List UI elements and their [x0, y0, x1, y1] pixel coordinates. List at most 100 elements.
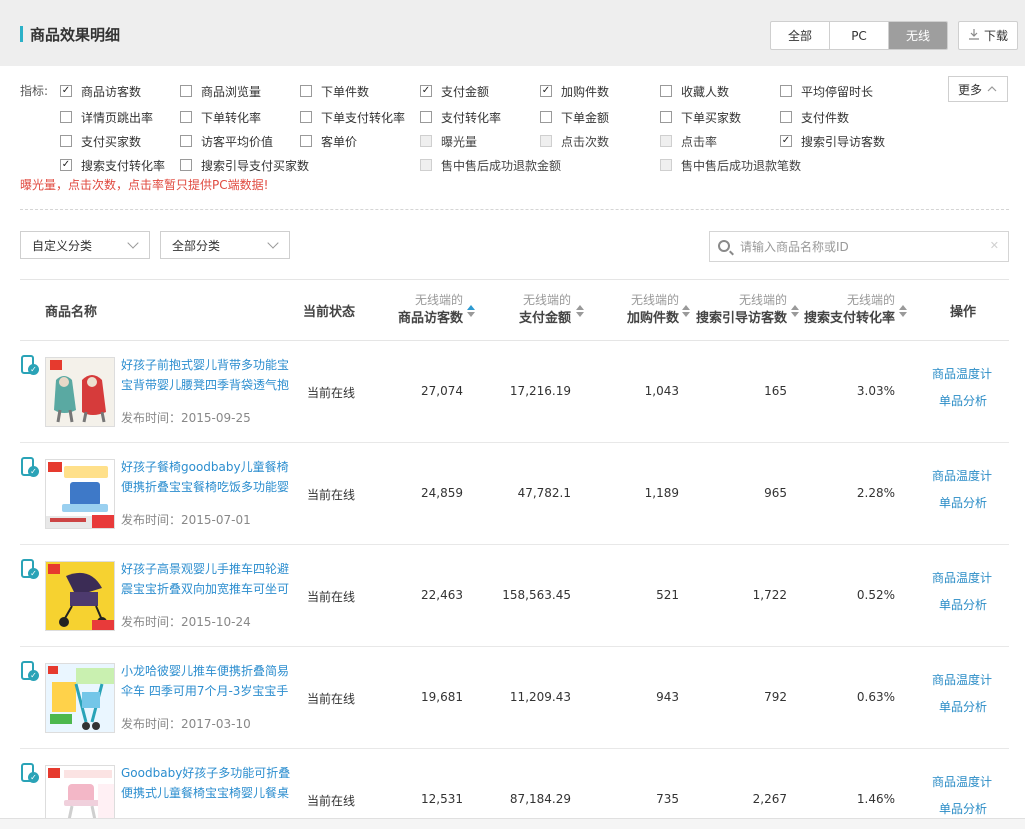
product-thermometer-link[interactable]: 商品温度计	[932, 671, 992, 688]
indicator-option[interactable]: ✓ 商品访客数	[60, 83, 141, 99]
metric-visitors: 22,463	[421, 588, 463, 602]
indicator-option[interactable]: 下单买家数	[660, 109, 741, 125]
indicator-option: 曝光量	[420, 133, 477, 149]
product-thumbnail[interactable]	[45, 459, 115, 529]
checkbox[interactable]	[660, 85, 672, 97]
checkbox-checked[interactable]: ✓	[60, 159, 72, 171]
product-thermometer-link[interactable]: 商品温度计	[932, 569, 992, 586]
table-row: ✓ Goodbaby好孩子多功能可折叠便携式儿童餐椅宝宝椅婴儿餐桌 当前在线 12,5…	[20, 749, 1009, 829]
all-category-dropdown[interactable]: 全部分类	[160, 231, 290, 259]
indicator-option[interactable]: 支付买家数	[60, 133, 141, 149]
indicator-option[interactable]: 访客平均价值	[180, 133, 273, 149]
segment-wireless[interactable]: 无线	[889, 22, 947, 49]
checkbox[interactable]	[300, 135, 312, 147]
sort-icon[interactable]	[576, 305, 584, 317]
checkbox[interactable]	[540, 111, 552, 123]
checkbox[interactable]	[180, 159, 192, 171]
checkbox-checked[interactable]: ✓	[540, 85, 552, 97]
single-item-analysis-link[interactable]: 单品分析	[939, 698, 987, 715]
product-name-link[interactable]: Goodbaby好孩子多功能可折叠便携式儿童餐椅宝宝椅婴儿餐桌	[121, 763, 293, 803]
segment-pc[interactable]: PC	[830, 22, 889, 49]
indicator-option[interactable]: 下单支付转化率	[300, 109, 405, 125]
product-thermometer-link[interactable]: 商品温度计	[932, 773, 992, 790]
indicator-option[interactable]: 商品浏览量	[180, 83, 261, 99]
product-name-link[interactable]: 好孩子餐椅goodbaby儿童餐椅便携折叠宝宝餐椅吃饭多功能婴儿	[121, 457, 293, 497]
download-label: 下载	[983, 29, 1008, 43]
col-cart-sub: 无线端的	[630, 293, 679, 307]
indicator-option[interactable]: 详情页跳出率	[60, 109, 153, 125]
col-visitors[interactable]: 无线端的 商品访客数	[390, 291, 463, 329]
product-thumbnail[interactable]	[45, 357, 115, 427]
custom-category-dropdown[interactable]: 自定义分类	[20, 231, 150, 259]
product-thumbnail[interactable]	[45, 561, 115, 631]
checkbox[interactable]	[300, 85, 312, 97]
sort-icon[interactable]	[791, 305, 799, 317]
indicator-option[interactable]: 下单转化率	[180, 109, 261, 125]
product-thumbnail[interactable]	[45, 663, 115, 733]
checkbox[interactable]	[180, 85, 192, 97]
col-search-conversion[interactable]: 无线端的 搜索支付转化率	[800, 291, 895, 329]
indicator-option[interactable]: 支付转化率	[420, 109, 501, 125]
indicator-option[interactable]: 平均停留时长	[780, 83, 873, 99]
checkbox[interactable]	[180, 111, 192, 123]
col-pay-amount[interactable]: 无线端的 支付金额	[500, 291, 571, 329]
single-item-analysis-link[interactable]: 单品分析	[939, 392, 987, 409]
chevron-up-icon	[987, 86, 997, 92]
table-row: ✓ 好孩子高景观婴儿手推车四轮避震宝宝折叠双向加宽推车可坐可 发布时间：2015-1…	[20, 545, 1009, 647]
indicator-label: 客单价	[321, 134, 358, 149]
indicator-option[interactable]: 支付件数	[780, 109, 849, 125]
checkbox	[420, 135, 432, 147]
indicator-label: 平均停留时长	[801, 84, 874, 99]
sort-icon[interactable]	[682, 305, 690, 317]
col-operation: 操作	[950, 305, 977, 320]
checkbox[interactable]	[780, 111, 792, 123]
checkbox[interactable]	[660, 111, 672, 123]
indicator-option[interactable]: 客单价	[300, 133, 357, 149]
product-name-link[interactable]: 好孩子高景观婴儿手推车四轮避震宝宝折叠双向加宽推车可坐可	[121, 559, 293, 599]
download-button[interactable]: 下载	[958, 21, 1018, 50]
chevron-down-icon	[127, 237, 139, 249]
checkbox[interactable]	[60, 111, 72, 123]
indicator-option[interactable]: 下单件数	[300, 83, 369, 99]
col-product-name: 商品名称	[45, 305, 98, 320]
sort-icon[interactable]	[899, 305, 907, 317]
indicator-option[interactable]: ✓ 搜索支付转化率	[60, 157, 165, 173]
mobile-icon: ✓	[20, 355, 40, 377]
clear-icon[interactable]: ✕	[990, 239, 999, 252]
indicator-option[interactable]: ✓ 搜索引导访客数	[780, 133, 885, 149]
product-thermometer-link[interactable]: 商品温度计	[932, 365, 992, 382]
indicator-label: 搜索引导访客数	[801, 134, 886, 149]
col-search-visitors[interactable]: 无线端的 搜索引导访客数	[692, 291, 787, 329]
single-item-analysis-link[interactable]: 单品分析	[939, 800, 987, 817]
single-item-analysis-link[interactable]: 单品分析	[939, 494, 987, 511]
checkbox[interactable]	[420, 111, 432, 123]
checkbox[interactable]	[180, 135, 192, 147]
product-name-link[interactable]: 好孩子前抱式婴儿背带多功能宝宝背带婴儿腰凳四季背袋透气抱	[121, 355, 293, 395]
single-item-analysis-link[interactable]: 单品分析	[939, 596, 987, 613]
indicator-option[interactable]: ✓ 加购件数	[540, 83, 609, 99]
checkbox-checked[interactable]: ✓	[420, 85, 432, 97]
search-input[interactable]	[740, 237, 990, 257]
checkbox-checked[interactable]: ✓	[780, 135, 792, 147]
checkbox[interactable]	[300, 111, 312, 123]
checkbox[interactable]	[780, 85, 792, 97]
indicator-label: 商品浏览量	[201, 84, 262, 99]
checkbox-checked[interactable]: ✓	[60, 85, 72, 97]
product-thermometer-link[interactable]: 商品温度计	[932, 467, 992, 484]
indicators-label: 指标:	[20, 84, 49, 98]
col-cart-count[interactable]: 无线端的 加购件数	[610, 291, 679, 329]
indicator-option[interactable]: 收藏人数	[660, 83, 729, 99]
indicator-label: 支付金额	[441, 84, 490, 99]
indicator-label: 下单转化率	[201, 110, 262, 125]
indicator-label: 点击率	[681, 134, 718, 149]
indicator-option[interactable]: ✓ 支付金额	[420, 83, 489, 99]
more-button[interactable]: 更多	[948, 76, 1008, 102]
sort-icon[interactable]	[467, 305, 475, 317]
segment-all[interactable]: 全部	[771, 22, 830, 49]
indicator-option[interactable]: 搜索引导支付买家数	[180, 157, 309, 173]
indicator-option[interactable]: 下单金额	[540, 109, 609, 125]
checkbox[interactable]	[60, 135, 72, 147]
metric-search-conv: 1.46%	[856, 792, 895, 806]
metric-cart: 735	[656, 792, 679, 806]
product-name-link[interactable]: 小龙哈彼婴儿推车便携折叠简易伞车 四季可用7个月-3岁宝宝手	[121, 661, 293, 701]
